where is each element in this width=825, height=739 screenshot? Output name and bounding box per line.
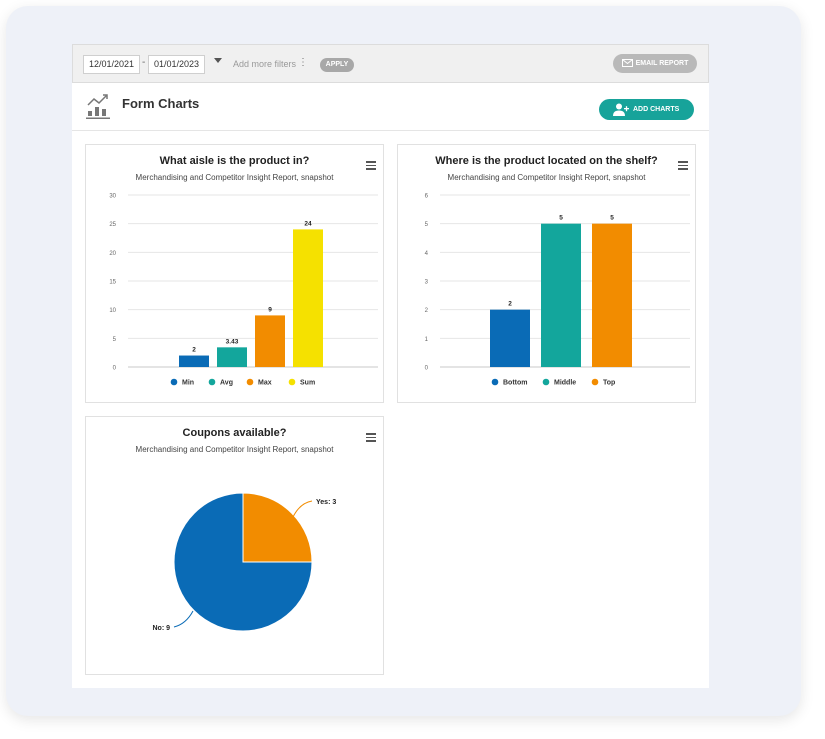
y-tick-label: 20 <box>109 251 116 257</box>
date-from-field[interactable]: 12/01/2021 <box>83 55 141 74</box>
line-chart-icon <box>86 94 110 119</box>
legend-label: Top <box>603 380 615 387</box>
legend-marker <box>170 378 178 386</box>
outer-frame: 12/01/2021 - 01/01/2023 Add more filters… <box>6 6 801 716</box>
date-to-field[interactable]: 01/01/2023 <box>148 55 206 74</box>
pie-chart-coupons: Yes: 3 No: 9 <box>153 492 336 632</box>
y-tick-label: 15 <box>109 280 116 286</box>
legend-marker <box>288 378 296 386</box>
bar-top <box>592 223 632 367</box>
y-tick-label: 3 <box>425 280 429 286</box>
add-more-filters-link[interactable]: Add more filters <box>233 59 296 69</box>
bar-chart-shelf: 0 1 2 3 4 5 6 2 5 5 Bottom Middle Top <box>425 194 690 387</box>
report-panel: 12/01/2021 - 01/01/2023 Add more filters… <box>72 44 709 688</box>
page-header: Form Charts ADD CHARTS <box>72 82 709 131</box>
y-tick-label: 0 <box>425 366 429 372</box>
y-tick-label: 30 <box>109 194 116 200</box>
add-user-icon <box>613 103 629 116</box>
legend-label: Bottom <box>503 380 528 387</box>
slice-label: Yes: 3 <box>316 499 336 506</box>
legend-marker <box>208 378 216 386</box>
y-tick-label: 5 <box>425 222 429 228</box>
y-tick-label: 10 <box>109 308 116 314</box>
y-tick-label: 6 <box>425 194 429 200</box>
chart-card-aisle: What aisle is the product in? Merchandis… <box>85 144 384 403</box>
date-separator: - <box>142 57 146 68</box>
apply-button[interactable]: APPLY <box>320 58 354 72</box>
bar-avg <box>217 347 247 367</box>
y-tick-label: 2 <box>425 308 429 314</box>
legend-label: Avg <box>220 380 233 387</box>
bar-chart-aisle: 0 5 10 15 20 25 30 2 3.43 9 24 Min Avg Max Sum <box>109 194 378 387</box>
label-connector <box>173 610 194 628</box>
slice-label: No: 9 <box>153 625 171 632</box>
chevron-down-icon[interactable] <box>214 58 222 63</box>
add-charts-label: ADD CHARTS <box>633 106 680 113</box>
data-label: 2 <box>192 347 196 354</box>
legend-marker <box>491 378 499 386</box>
add-charts-button[interactable]: ADD CHARTS <box>599 99 694 120</box>
envelope-icon <box>621 59 633 67</box>
legend-marker <box>591 378 599 386</box>
y-tick-label: 1 <box>425 337 429 343</box>
chart-card-shelf: Where is the product located on the shel… <box>397 144 696 403</box>
bar-max <box>255 315 285 367</box>
y-tick-label: 5 <box>113 337 117 343</box>
legend-label: Max <box>258 380 272 387</box>
y-tick-label: 25 <box>109 222 116 228</box>
legend-marker <box>542 378 550 386</box>
data-label: 5 <box>610 215 614 222</box>
y-tick-label: 4 <box>425 251 429 257</box>
legend-label: Sum <box>300 380 315 387</box>
label-connector <box>292 500 313 518</box>
data-label: 5 <box>559 215 563 222</box>
bar-middle <box>541 223 581 367</box>
bar-sum <box>293 229 323 367</box>
legend-label: Min <box>182 380 194 387</box>
email-report-label: EMAIL REPORT <box>635 60 689 67</box>
data-label: 9 <box>268 306 272 313</box>
legend-marker <box>246 378 254 386</box>
page-title: Form Charts <box>122 96 200 111</box>
y-tick-label: 0 <box>113 366 117 372</box>
data-label: 2 <box>508 301 512 308</box>
filter-toolbar: 12/01/2021 - 01/01/2023 Add more filters… <box>72 44 709 83</box>
chart-card-coupons: Coupons available? Merchandising and Com… <box>85 416 384 675</box>
email-report-button[interactable]: EMAIL REPORT <box>613 54 697 73</box>
more-options-icon[interactable]: ⋮ <box>298 58 308 68</box>
legend-label: Middle <box>554 380 576 387</box>
data-label: 24 <box>304 220 312 227</box>
pie-slice-yes <box>242 492 313 563</box>
bar-bottom <box>490 309 530 367</box>
bar-min <box>179 355 209 367</box>
data-label: 3.43 <box>226 338 239 345</box>
